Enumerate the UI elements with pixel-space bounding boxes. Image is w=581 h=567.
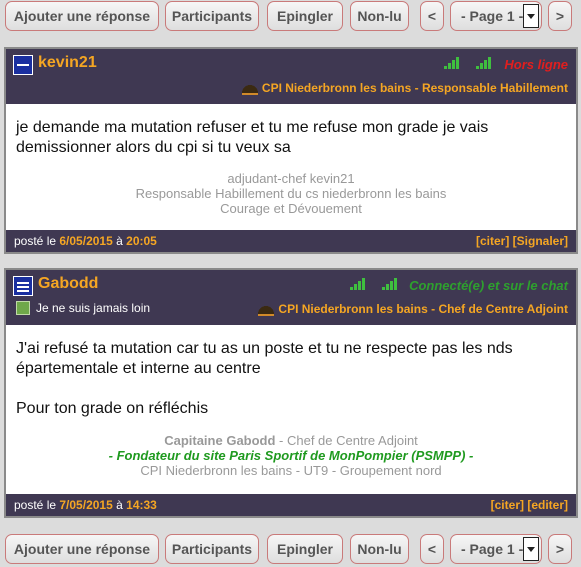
forum-post: kevin21 Hors ligne CPI Niederbronn les b… — [4, 47, 578, 254]
pin-button[interactable]: Epingler — [267, 1, 343, 31]
add-reply-button[interactable]: Ajouter une réponse — [5, 1, 159, 31]
signature-name: Capitaine Gabodd — [164, 433, 276, 448]
post-meta: posté le 7/05/2015 à 14:33 — [14, 498, 157, 512]
post-actions: [citer] [editer] — [491, 498, 568, 512]
pin-button[interactable]: Epingler — [267, 534, 343, 564]
signature-line: Capitaine Gabodd - Chef de Centre Adjoin… — [6, 433, 576, 448]
quote-link[interactable]: [citer] — [476, 234, 509, 248]
signal-icon — [350, 278, 366, 290]
user-quote: Je ne suis jamais loin — [16, 301, 150, 315]
quote-link[interactable]: [citer] — [491, 498, 524, 512]
signal-icon — [444, 57, 460, 69]
chevron-down-icon[interactable] — [523, 537, 539, 561]
add-reply-button[interactable]: Ajouter une réponse — [5, 534, 159, 564]
chevron-down-icon[interactable] — [523, 4, 539, 28]
user-signature: adjudant-chef kevin21 Responsable Habill… — [6, 171, 576, 216]
status-online: Connecté(e) et sur le chat — [409, 278, 568, 293]
signature-line: - Fondateur du site Paris Sportif de Mon… — [108, 448, 474, 463]
report-link[interactable]: [Signaler] — [513, 234, 568, 248]
post-time: 20:05 — [126, 234, 157, 248]
signature-role: - Chef de Centre Adjoint — [275, 433, 418, 448]
username-link[interactable]: Gabodd — [38, 275, 98, 293]
status-offline: Hors ligne — [504, 57, 568, 72]
prev-page-button[interactable]: < — [420, 1, 444, 31]
rank-badge-icon — [13, 276, 33, 296]
signal-icon — [382, 278, 398, 290]
cpi-text: CPI Niederbronn les bains - Responsable … — [261, 81, 568, 95]
next-page-button[interactable]: > — [548, 534, 572, 564]
signature-line: Courage et Dévouement — [220, 201, 362, 216]
at-label: à — [116, 234, 123, 248]
post-header: kevin21 Hors ligne CPI Niederbronn les b… — [6, 49, 576, 104]
forum-post: Gabodd Connecté(e) et sur le chat Je ne … — [4, 268, 578, 518]
participants-button[interactable]: Participants — [165, 1, 259, 31]
post-message: J'ai refusé ta mutation car tu as un pos… — [16, 340, 513, 377]
at-label: à — [116, 498, 123, 512]
signature-line: adjudant-chef kevin21 — [227, 171, 355, 186]
post-footer: posté le 7/05/2015 à 14:33 [citer] [edit… — [6, 494, 576, 516]
post-message: Pour ton grade on réfléchis — [16, 400, 209, 417]
cpi-text: CPI Niederbronn les bains - Chef de Cent… — [278, 302, 568, 316]
posted-label: posté le — [14, 498, 57, 512]
post-date: 6/05/2015 — [59, 234, 113, 248]
post-footer: posté le 6/05/2015 à 20:05 [citer] [Sign… — [6, 230, 576, 252]
signature-line: CPI Niederbronn les bains - UT9 - Groupe… — [140, 463, 442, 478]
page-select-label: - Page 1 - — [461, 541, 524, 557]
signal-icon — [476, 57, 492, 69]
post-date: 7/05/2015 — [59, 498, 113, 512]
signature-line: Responsable Habillement du cs niederbron… — [135, 186, 447, 201]
page-select-label: - Page 1 - — [461, 8, 524, 24]
top-toolbar: Ajouter une réponse Participants Epingle… — [0, 0, 581, 34]
post-header: Gabodd Connecté(e) et sur le chat Je ne … — [6, 270, 576, 325]
post-actions: [citer] [Signaler] — [476, 234, 568, 248]
participants-button[interactable]: Participants — [165, 534, 259, 564]
unread-button[interactable]: Non-lu — [350, 1, 409, 31]
page-select[interactable]: - Page 1 - — [450, 534, 542, 564]
user-signature: Capitaine Gabodd - Chef de Centre Adjoin… — [6, 433, 576, 478]
page-select[interactable]: - Page 1 - — [450, 1, 542, 31]
unread-button[interactable]: Non-lu — [350, 534, 409, 564]
edit-link[interactable]: [editer] — [527, 498, 568, 512]
posted-label: posté le — [14, 234, 57, 248]
note-icon — [16, 301, 30, 315]
post-meta: posté le 6/05/2015 à 20:05 — [14, 234, 157, 248]
rank-badge-icon — [13, 55, 33, 75]
username-link[interactable]: kevin21 — [38, 54, 97, 72]
cpi-label: CPI Niederbronn les bains - Chef de Cent… — [258, 302, 568, 316]
post-time: 14:33 — [126, 498, 157, 512]
cpi-label: CPI Niederbronn les bains - Responsable … — [241, 81, 568, 95]
prev-page-button[interactable]: < — [420, 534, 444, 564]
post-message: je demande ma mutation refuser et tu me … — [16, 119, 489, 156]
user-quote-text: Je ne suis jamais loin — [36, 301, 151, 315]
helmet-icon — [258, 302, 275, 316]
helmet-icon — [241, 81, 258, 95]
bottom-toolbar: Ajouter une réponse Participants Epingle… — [0, 533, 581, 567]
next-page-button[interactable]: > — [548, 1, 572, 31]
